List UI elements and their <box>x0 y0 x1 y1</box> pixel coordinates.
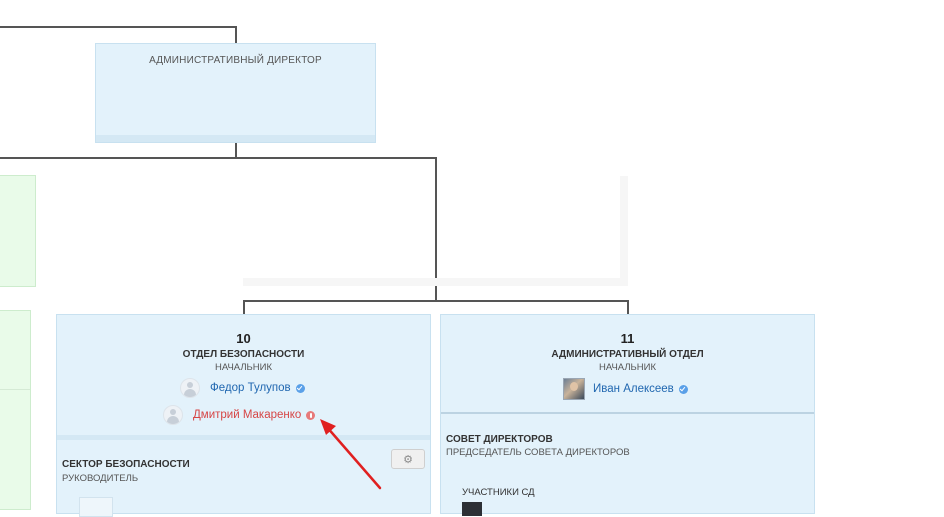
connector-top-drop <box>235 26 237 44</box>
connector-main-stem <box>235 142 237 158</box>
person-row[interactable]: Федор Тулупов <box>180 378 305 398</box>
verified-check-icon <box>678 384 688 394</box>
avatar-photo <box>563 378 585 400</box>
avatar-placeholder <box>163 405 183 425</box>
department-role: НАЧАЛЬНИК <box>214 362 273 373</box>
ghost-panel-bottom <box>243 278 628 286</box>
person-name-link[interactable]: Федор Тулупов <box>210 382 291 394</box>
department-number: 11 <box>620 331 635 346</box>
ghost-panel-right <box>620 176 628 286</box>
gear-button[interactable]: ⚙ <box>391 449 425 469</box>
admin-director-card[interactable]: АДМИНИСТРАТИВНЫЙ ДИРЕКТОР <box>95 43 376 143</box>
person-row[interactable]: Дмитрий Макаренко <box>163 405 316 425</box>
connector-mid-horizontal <box>0 157 437 159</box>
admin-director-title: АДМИНИСТРАТИВНЫЙ ДИРЕКТОР <box>149 55 322 66</box>
person-name-link[interactable]: Иван Алексеев <box>593 383 674 395</box>
verified-check-icon <box>295 383 305 393</box>
board-role: ПРЕДСЕДАТЕЛЬ СОВЕТА ДИРЕКТОРОВ <box>446 447 630 458</box>
gear-icon: ⚙ <box>403 453 413 466</box>
avatar-placeholder <box>180 378 200 398</box>
card-section-divider <box>441 412 814 414</box>
person-name-link[interactable]: Дмитрий Макаренко <box>193 409 301 421</box>
department-name: АДМИНИСТРАТИВНЫЙ ОТДЕЛ <box>551 349 704 360</box>
left-partial-card-1[interactable] <box>0 175 36 287</box>
person-row[interactable]: Иван Алексеев <box>563 378 688 400</box>
sector-role: РУКОВОДИТЕЛЬ <box>62 473 139 484</box>
connector-top-left <box>0 26 237 28</box>
connector-children-bar <box>243 300 629 302</box>
department-role: НАЧАЛЬНИК <box>598 362 657 373</box>
department-name: ОТДЕЛ БЕЗОПАСНОСТИ <box>182 349 305 360</box>
connector-child-left <box>243 300 245 315</box>
sector-title: СЕКТОР БЕЗОПАСНОСТИ <box>62 459 190 470</box>
member-avatar[interactable] <box>462 502 482 516</box>
left-partial-card-2[interactable] <box>0 310 31 510</box>
board-title: СОВЕТ ДИРЕКТОРОВ <box>446 434 553 445</box>
left-partial-divider <box>0 389 30 390</box>
admin-department-card[interactable]: 11 АДМИНИСТРАТИВНЫЙ ОТДЕЛ НАЧАЛЬНИК Иван… <box>440 314 815 516</box>
connector-child-right <box>627 300 629 315</box>
board-members-label: УЧАСТНИКИ СД <box>462 487 535 498</box>
sector-slot[interactable] <box>79 497 113 517</box>
card-footer-strip <box>96 135 375 142</box>
annotation-arrow <box>320 419 382 490</box>
department-number: 10 <box>236 331 251 346</box>
